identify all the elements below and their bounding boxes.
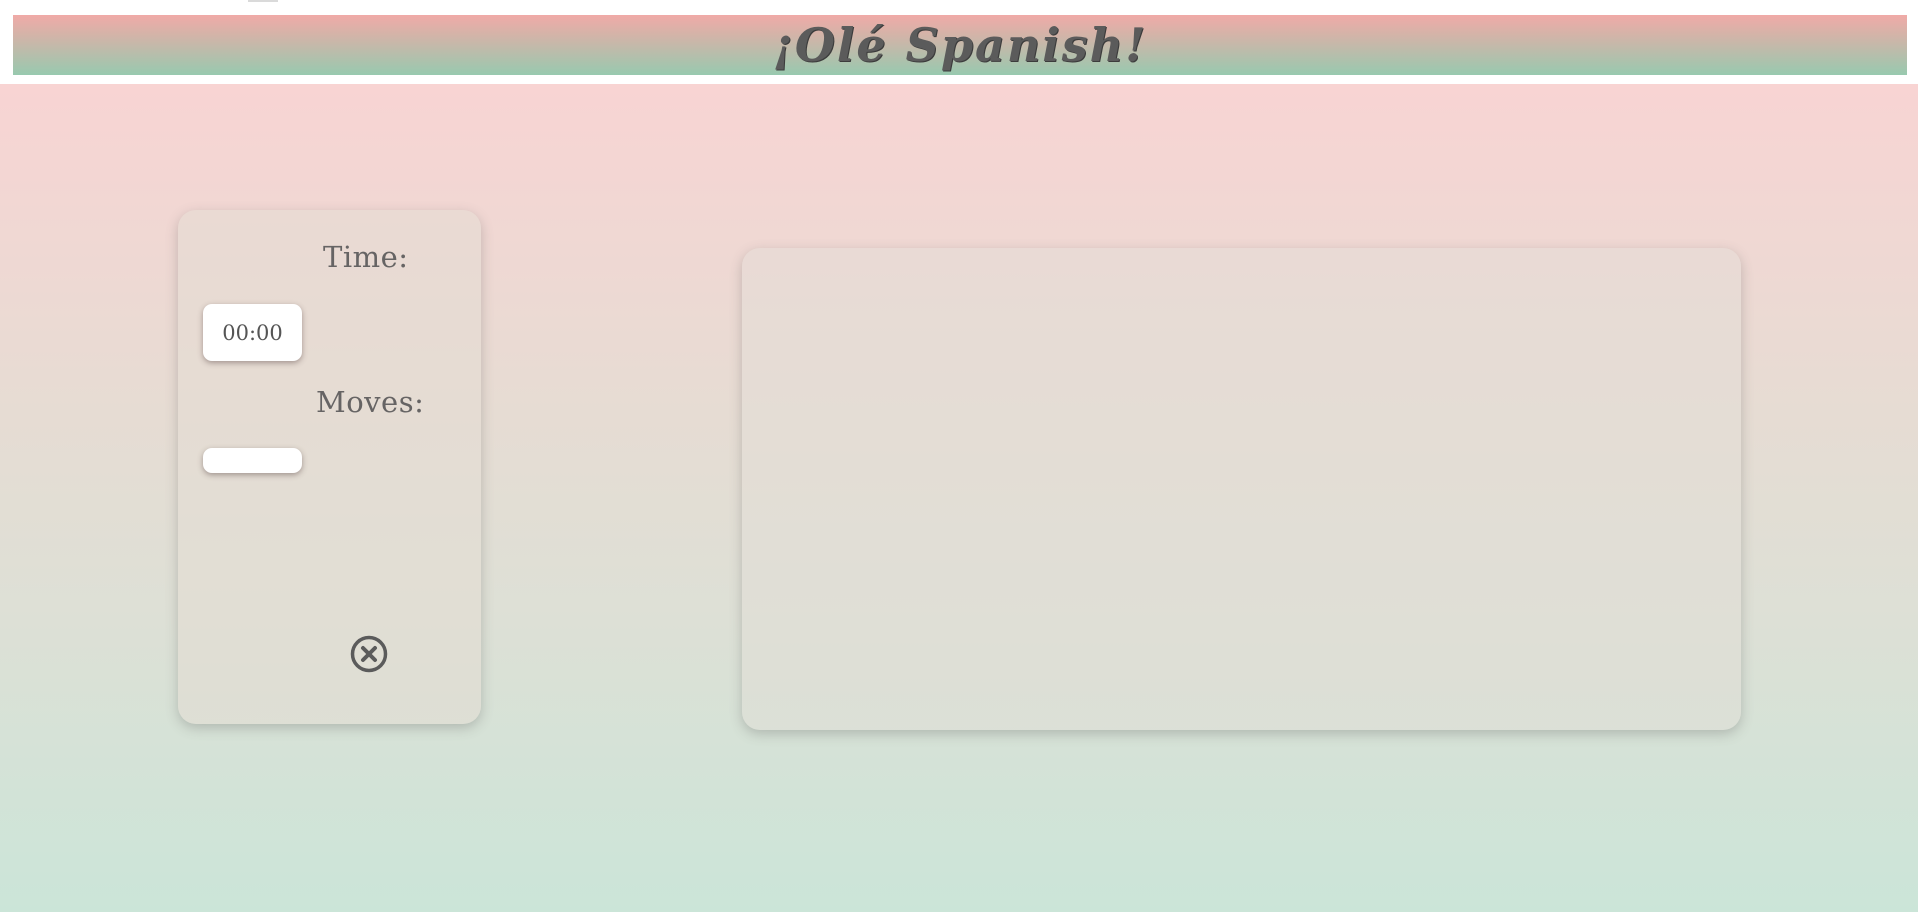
site-header: ¡Olé Spanish! <box>13 15 1907 75</box>
timer-display: 00:00 <box>203 304 302 361</box>
stats-panel: Time: 00:00 Moves: <box>178 210 481 724</box>
circle-x-icon <box>350 635 388 673</box>
top-tab-indicator <box>248 0 278 2</box>
moves-counter <box>203 448 302 473</box>
close-button[interactable] <box>350 635 388 673</box>
game-board[interactable] <box>742 248 1741 730</box>
moves-label: Moves: <box>316 385 425 419</box>
time-label: Time: <box>323 240 409 274</box>
site-title: ¡Olé Spanish! <box>772 18 1148 72</box>
top-edge <box>0 0 1918 14</box>
